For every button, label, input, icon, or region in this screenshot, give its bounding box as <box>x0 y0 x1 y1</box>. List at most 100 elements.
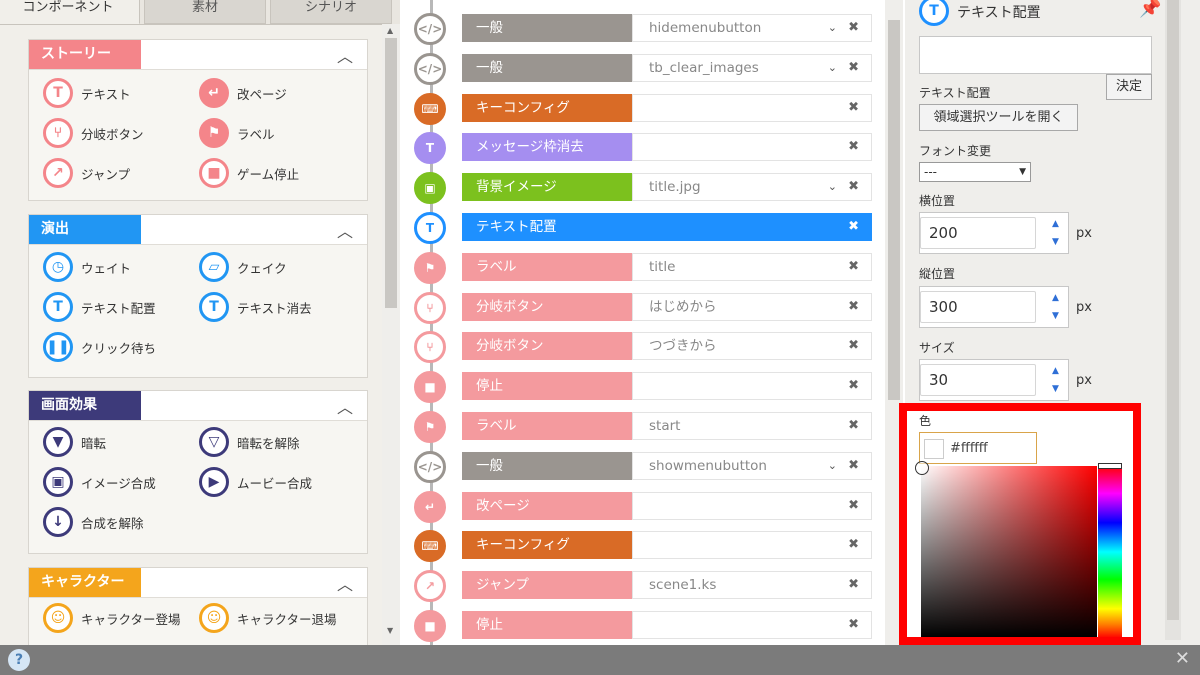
timeline-row[interactable]: ↵ 改ページ ✖ <box>414 490 872 523</box>
component-char-enter[interactable]: ☺ キャラクター登場 <box>43 603 181 633</box>
component-page-break[interactable]: ↵ 改ページ <box>199 78 287 108</box>
timeline-row[interactable]: ▣ 背景イメージ title.jpg ⌄ ✖ <box>414 172 872 205</box>
delete-icon[interactable]: ✖ <box>848 453 859 479</box>
decrement-icon[interactable]: ▼ <box>1052 384 1059 394</box>
close-icon[interactable]: ✕ <box>1175 648 1190 669</box>
timeline-row[interactable]: ■ 停止 ✖ <box>414 371 872 404</box>
section-header[interactable]: 演出 ︿ <box>29 215 367 245</box>
row-value[interactable]: つづきから ✖ <box>632 332 872 361</box>
timeline-row[interactable]: ■ 停止 ✖ <box>414 610 872 642</box>
increment-icon[interactable]: ▲ <box>1052 219 1059 229</box>
delete-icon[interactable]: ✖ <box>848 572 859 598</box>
row-value[interactable]: はじめから ✖ <box>632 292 872 321</box>
timeline-row[interactable]: T テキスト配置 ✖ <box>414 212 872 244</box>
row-value[interactable]: ✖ <box>632 372 872 401</box>
help-icon[interactable]: ? <box>8 649 30 671</box>
collapse-icon[interactable]: ︿ <box>337 394 353 418</box>
x-input[interactable]: 200 <box>920 217 1036 249</box>
pin-icon[interactable]: 📌 <box>1139 0 1161 19</box>
row-value[interactable]: ✖ <box>632 611 872 639</box>
row-value[interactable]: title.jpg ⌄ ✖ <box>632 173 872 202</box>
row-value[interactable]: scene1.ks ✖ <box>632 571 872 600</box>
delete-icon[interactable]: ✖ <box>848 373 859 399</box>
component-char-exit[interactable]: ☺ キャラクター退場 <box>199 603 337 633</box>
chevron-down-icon[interactable]: ⌄ <box>828 15 837 41</box>
section-header[interactable]: 画面効果 ︿ <box>29 391 367 421</box>
timeline-row[interactable]: ⌨ キーコンフィグ ✖ <box>414 92 872 125</box>
confirm-button[interactable]: 決定 <box>1106 74 1152 100</box>
timeline-row[interactable]: </> 一般 showmenubutton ⌄ ✖ <box>414 450 872 483</box>
row-value[interactable]: tb_clear_images ⌄ ✖ <box>632 53 872 82</box>
component-wait[interactable]: ◷ ウェイト <box>43 252 131 282</box>
scroll-down-icon[interactable]: ▼ <box>387 626 393 635</box>
timeline-row[interactable]: ⚑ ラベル start ✖ <box>414 411 872 443</box>
component-quake[interactable]: ▱ クェイク <box>199 252 287 282</box>
increment-icon[interactable]: ▲ <box>1052 366 1059 376</box>
property-scrollbar[interactable] <box>1165 0 1181 640</box>
timeline-row[interactable]: T メッセージ枠消去 ✖ <box>414 132 872 165</box>
component-stop[interactable]: ■ ゲーム停止 <box>199 158 299 188</box>
component-text-clear[interactable]: T テキスト消去 <box>199 292 312 322</box>
delete-icon[interactable]: ✖ <box>848 413 859 439</box>
timeline-row[interactable]: ⑂ 分岐ボタン はじめから ✖ <box>414 291 872 324</box>
component-branch[interactable]: ⑂ 分岐ボタン <box>43 118 144 148</box>
delete-icon[interactable]: ✖ <box>848 134 859 160</box>
delete-icon[interactable]: ✖ <box>848 15 859 41</box>
timeline-row[interactable]: </> 一般 tb_clear_images ⌄ ✖ <box>414 52 872 85</box>
delete-icon[interactable]: ✖ <box>848 333 859 359</box>
font-select[interactable]: --- ▼ <box>919 162 1031 182</box>
scroll-thumb[interactable] <box>1167 0 1179 620</box>
decrement-icon[interactable]: ▼ <box>1052 237 1059 247</box>
timeline-row[interactable]: ↗ ジャンプ scene1.ks ✖ <box>414 570 872 603</box>
delete-icon[interactable]: ✖ <box>848 214 859 240</box>
delete-icon[interactable]: ✖ <box>848 95 859 121</box>
row-value[interactable]: ✖ <box>632 531 872 560</box>
delete-icon[interactable]: ✖ <box>848 174 859 200</box>
region-select-button[interactable]: 領域選択ツールを開く <box>919 104 1078 131</box>
y-input[interactable]: 300 <box>920 291 1036 323</box>
scroll-up-icon[interactable]: ▲ <box>387 26 393 35</box>
scroll-thumb[interactable] <box>888 20 900 400</box>
row-value[interactable]: ✖ <box>632 133 872 162</box>
timeline-row[interactable]: ⚑ ラベル title ✖ <box>414 251 872 284</box>
component-undarken[interactable]: ▽ 暗転を解除 <box>199 427 300 457</box>
component-text-place[interactable]: T テキスト配置 <box>43 292 156 322</box>
collapse-icon[interactable]: ︿ <box>337 43 353 67</box>
tab-scenario[interactable]: シナリオ <box>270 0 392 24</box>
delete-icon[interactable]: ✖ <box>848 493 859 519</box>
collapse-icon[interactable]: ︿ <box>337 571 353 595</box>
tab-materials[interactable]: 素材 <box>144 0 266 24</box>
row-value[interactable]: ✖ <box>632 213 872 241</box>
size-input[interactable]: 30 <box>920 364 1036 396</box>
component-image-compose[interactable]: ▣ イメージ合成 <box>43 467 156 497</box>
increment-icon[interactable]: ▲ <box>1052 293 1059 303</box>
component-uncompose[interactable]: ↓ 合成を解除 <box>43 507 144 537</box>
timeline-row[interactable]: ⌨ キーコンフィグ ✖ <box>414 530 872 563</box>
chevron-down-icon[interactable]: ⌄ <box>828 55 837 81</box>
decrement-icon[interactable]: ▼ <box>1052 311 1059 321</box>
delete-icon[interactable]: ✖ <box>848 55 859 81</box>
chevron-down-icon[interactable]: ⌄ <box>828 453 837 479</box>
component-movie-compose[interactable]: ▶ ムービー合成 <box>199 467 312 497</box>
delete-icon[interactable]: ✖ <box>848 532 859 558</box>
component-text[interactable]: T テキスト <box>43 78 131 108</box>
component-label-item[interactable]: ⚑ ラベル <box>199 118 275 148</box>
row-value[interactable]: showmenubutton ⌄ ✖ <box>632 451 872 480</box>
component-jump[interactable]: ↗ ジャンプ <box>43 158 130 188</box>
timeline-row[interactable]: ⑂ 分岐ボタン つづきから ✖ <box>414 331 872 364</box>
delete-icon[interactable]: ✖ <box>848 254 859 280</box>
row-value[interactable]: hidemenubutton ⌄ ✖ <box>632 14 872 42</box>
delete-icon[interactable]: ✖ <box>848 294 859 320</box>
left-scrollbar[interactable]: ▲ ▼ <box>382 24 400 645</box>
row-value[interactable]: start ✖ <box>632 412 872 440</box>
section-header[interactable]: キャラクター ︿ <box>29 568 367 598</box>
section-header[interactable]: ストーリー ︿ <box>29 40 367 70</box>
row-value[interactable]: title ✖ <box>632 252 872 281</box>
row-value[interactable]: ✖ <box>632 491 872 520</box>
scroll-thumb[interactable] <box>385 38 397 308</box>
row-value[interactable]: ✖ <box>632 93 872 122</box>
timeline-row[interactable]: </> 一般 hidemenubutton ⌄ ✖ <box>414 13 872 45</box>
component-darken[interactable]: ▼ 暗転 <box>43 427 106 457</box>
chevron-down-icon[interactable]: ⌄ <box>828 174 837 200</box>
tab-components[interactable]: コンポーネント <box>0 0 140 24</box>
